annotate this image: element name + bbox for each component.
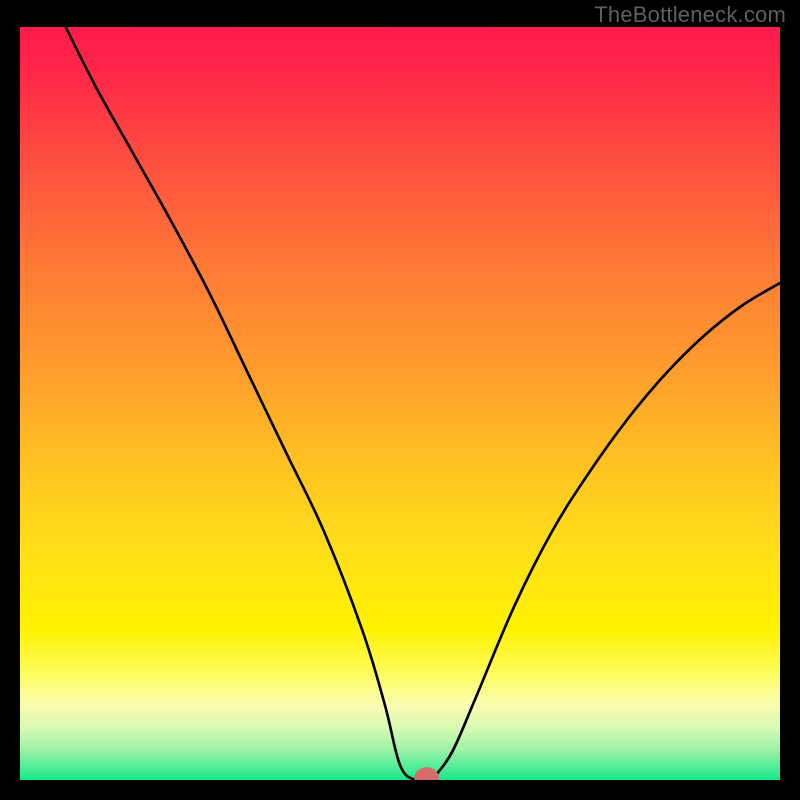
chart-frame: TheBottleneck.com (0, 0, 800, 800)
gradient-background (20, 27, 780, 780)
optimal-point-marker (418, 771, 435, 780)
watermark-text: TheBottleneck.com (594, 2, 786, 28)
bottleneck-chart (20, 27, 780, 780)
